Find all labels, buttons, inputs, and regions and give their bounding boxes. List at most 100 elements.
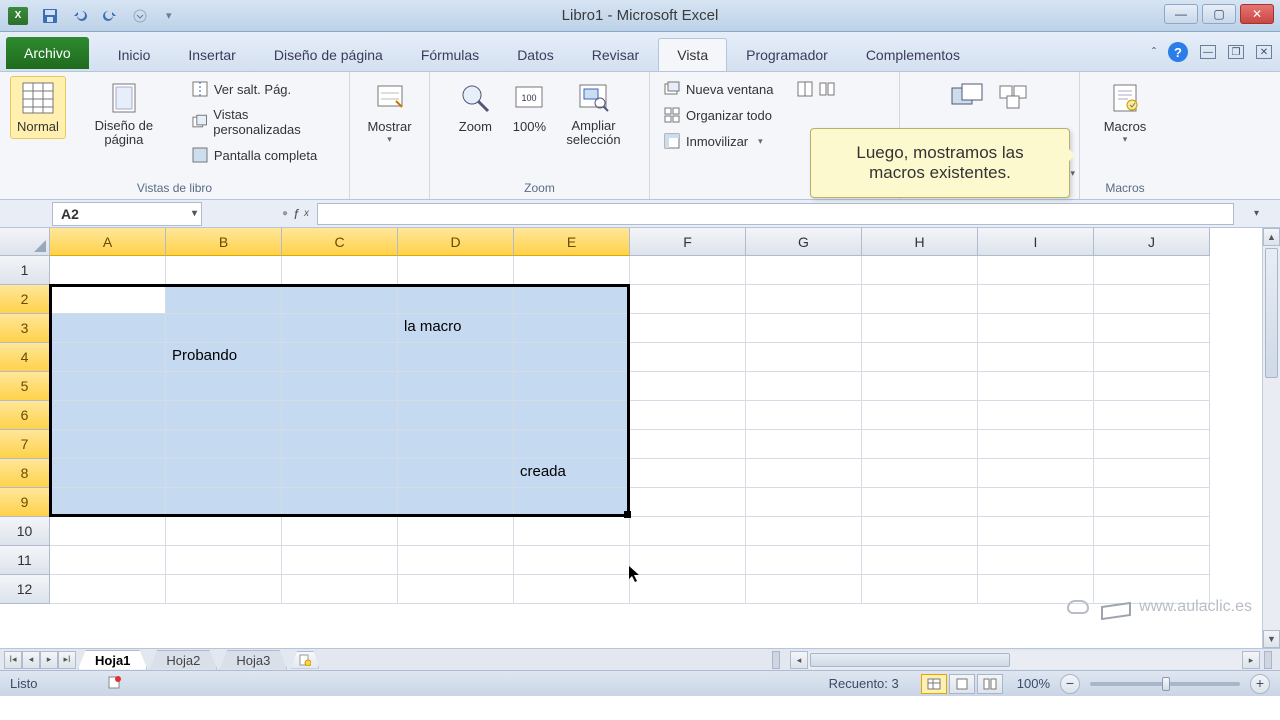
cell-F2[interactable]: [630, 285, 746, 314]
cell-B9[interactable]: [166, 488, 282, 517]
cell-C8[interactable]: [282, 459, 398, 488]
row-header-12[interactable]: 12: [0, 575, 50, 604]
cell-F12[interactable]: [630, 575, 746, 604]
cell-I7[interactable]: [978, 430, 1094, 459]
switch-windows-icon[interactable]: [950, 82, 984, 110]
file-tab[interactable]: Archivo: [6, 37, 89, 69]
sheet-tab-hoja2[interactable]: Hoja2: [149, 650, 217, 670]
cell-A8[interactable]: [50, 459, 166, 488]
row-header-11[interactable]: 11: [0, 546, 50, 575]
select-all-corner[interactable]: [0, 228, 50, 256]
cell-A10[interactable]: [50, 517, 166, 546]
normal-view-button[interactable]: Normal: [10, 76, 66, 139]
cell-D10[interactable]: [398, 517, 514, 546]
cell-E9[interactable]: [514, 488, 630, 517]
sheet-tab-hoja1[interactable]: Hoja1: [78, 650, 147, 670]
new-window-button[interactable]: Nueva ventana: [660, 78, 889, 100]
cell-G12[interactable]: [746, 575, 862, 604]
zoom-100-button[interactable]: 100 100%: [505, 76, 553, 153]
qat-customize-icon[interactable]: ▾: [166, 9, 172, 22]
col-header-J[interactable]: J: [1094, 228, 1210, 256]
cell-D1[interactable]: [398, 256, 514, 285]
cell-grid[interactable]: la macroProbandocreada: [50, 256, 1262, 648]
cell-G5[interactable]: [746, 372, 862, 401]
cell-E5[interactable]: [514, 372, 630, 401]
ribbon-tab-datos[interactable]: Datos: [498, 38, 573, 71]
cell-B5[interactable]: [166, 372, 282, 401]
row-header-8[interactable]: 8: [0, 459, 50, 488]
cell-D9[interactable]: [398, 488, 514, 517]
cell-H8[interactable]: [862, 459, 978, 488]
ribbon-tab-programador[interactable]: Programador: [727, 38, 847, 71]
cell-G1[interactable]: [746, 256, 862, 285]
col-header-A[interactable]: A: [50, 228, 166, 256]
cell-C1[interactable]: [282, 256, 398, 285]
macros-button[interactable]: Macros ▾: [1097, 76, 1154, 150]
cell-F8[interactable]: [630, 459, 746, 488]
row-header-3[interactable]: 3: [0, 314, 50, 343]
zoom-button[interactable]: Zoom: [451, 76, 499, 153]
new-sheet-button[interactable]: [291, 651, 319, 669]
hscroll-thumb[interactable]: [810, 653, 1010, 667]
cell-A2[interactable]: [50, 285, 166, 314]
tab-nav-prev[interactable]: ◂: [22, 651, 40, 669]
close-button[interactable]: ✕: [1240, 4, 1274, 24]
page-layout-button[interactable]: Diseño de página: [68, 76, 180, 153]
page-layout-statusbtn[interactable]: [949, 674, 975, 694]
cell-F6[interactable]: [630, 401, 746, 430]
ribbon-tab-revisar[interactable]: Revisar: [573, 38, 658, 71]
ribbon-tab-complementos[interactable]: Complementos: [847, 38, 979, 71]
view-side-by-side-icon[interactable]: [819, 81, 835, 97]
cell-H10[interactable]: [862, 517, 978, 546]
cell-J4[interactable]: [1094, 343, 1210, 372]
cell-J11[interactable]: [1094, 546, 1210, 575]
cell-J9[interactable]: [1094, 488, 1210, 517]
name-box[interactable]: A2▾: [52, 202, 202, 226]
cell-J1[interactable]: [1094, 256, 1210, 285]
col-header-C[interactable]: C: [282, 228, 398, 256]
cell-B7[interactable]: [166, 430, 282, 459]
insert-function-button[interactable]: ● fx: [282, 206, 309, 222]
tab-nav-last[interactable]: ▸I: [58, 651, 76, 669]
cell-D3[interactable]: la macro: [398, 314, 514, 343]
cell-F10[interactable]: [630, 517, 746, 546]
col-header-B[interactable]: B: [166, 228, 282, 256]
undo-icon[interactable]: [72, 8, 88, 24]
expand-formula-bar-icon[interactable]: ▾: [1254, 208, 1270, 219]
zoom-level[interactable]: 100%: [1017, 676, 1050, 691]
cell-G8[interactable]: [746, 459, 862, 488]
cell-C6[interactable]: [282, 401, 398, 430]
cell-D12[interactable]: [398, 575, 514, 604]
cell-G2[interactable]: [746, 285, 862, 314]
cell-I1[interactable]: [978, 256, 1094, 285]
cell-D11[interactable]: [398, 546, 514, 575]
cell-B4[interactable]: Probando: [166, 343, 282, 372]
cell-G7[interactable]: [746, 430, 862, 459]
cell-C9[interactable]: [282, 488, 398, 517]
cell-I6[interactable]: [978, 401, 1094, 430]
cell-F1[interactable]: [630, 256, 746, 285]
col-header-G[interactable]: G: [746, 228, 862, 256]
cell-B12[interactable]: [166, 575, 282, 604]
cell-D2[interactable]: [398, 285, 514, 314]
save-icon[interactable]: [42, 8, 58, 24]
zoom-in-button[interactable]: +: [1250, 674, 1270, 694]
zoom-to-selection-button[interactable]: Ampliarselección: [559, 76, 627, 153]
cell-B1[interactable]: [166, 256, 282, 285]
cell-E6[interactable]: [514, 401, 630, 430]
cell-H2[interactable]: [862, 285, 978, 314]
row-header-4[interactable]: 4: [0, 343, 50, 372]
scroll-up-button[interactable]: ▲: [1263, 228, 1280, 246]
cell-H9[interactable]: [862, 488, 978, 517]
excel-icon[interactable]: X: [8, 7, 28, 25]
ribbon-tab-vista[interactable]: Vista: [658, 38, 727, 71]
cell-J2[interactable]: [1094, 285, 1210, 314]
cell-I2[interactable]: [978, 285, 1094, 314]
cell-A12[interactable]: [50, 575, 166, 604]
save-workspace-icon[interactable]: [996, 82, 1030, 110]
ribbon-tab-insertar[interactable]: Insertar: [169, 38, 254, 71]
cell-F11[interactable]: [630, 546, 746, 575]
page-break-preview-button[interactable]: Ver salt. Pág.: [188, 78, 339, 100]
cell-D7[interactable]: [398, 430, 514, 459]
window-more-icon[interactable]: ▾: [1070, 168, 1075, 179]
